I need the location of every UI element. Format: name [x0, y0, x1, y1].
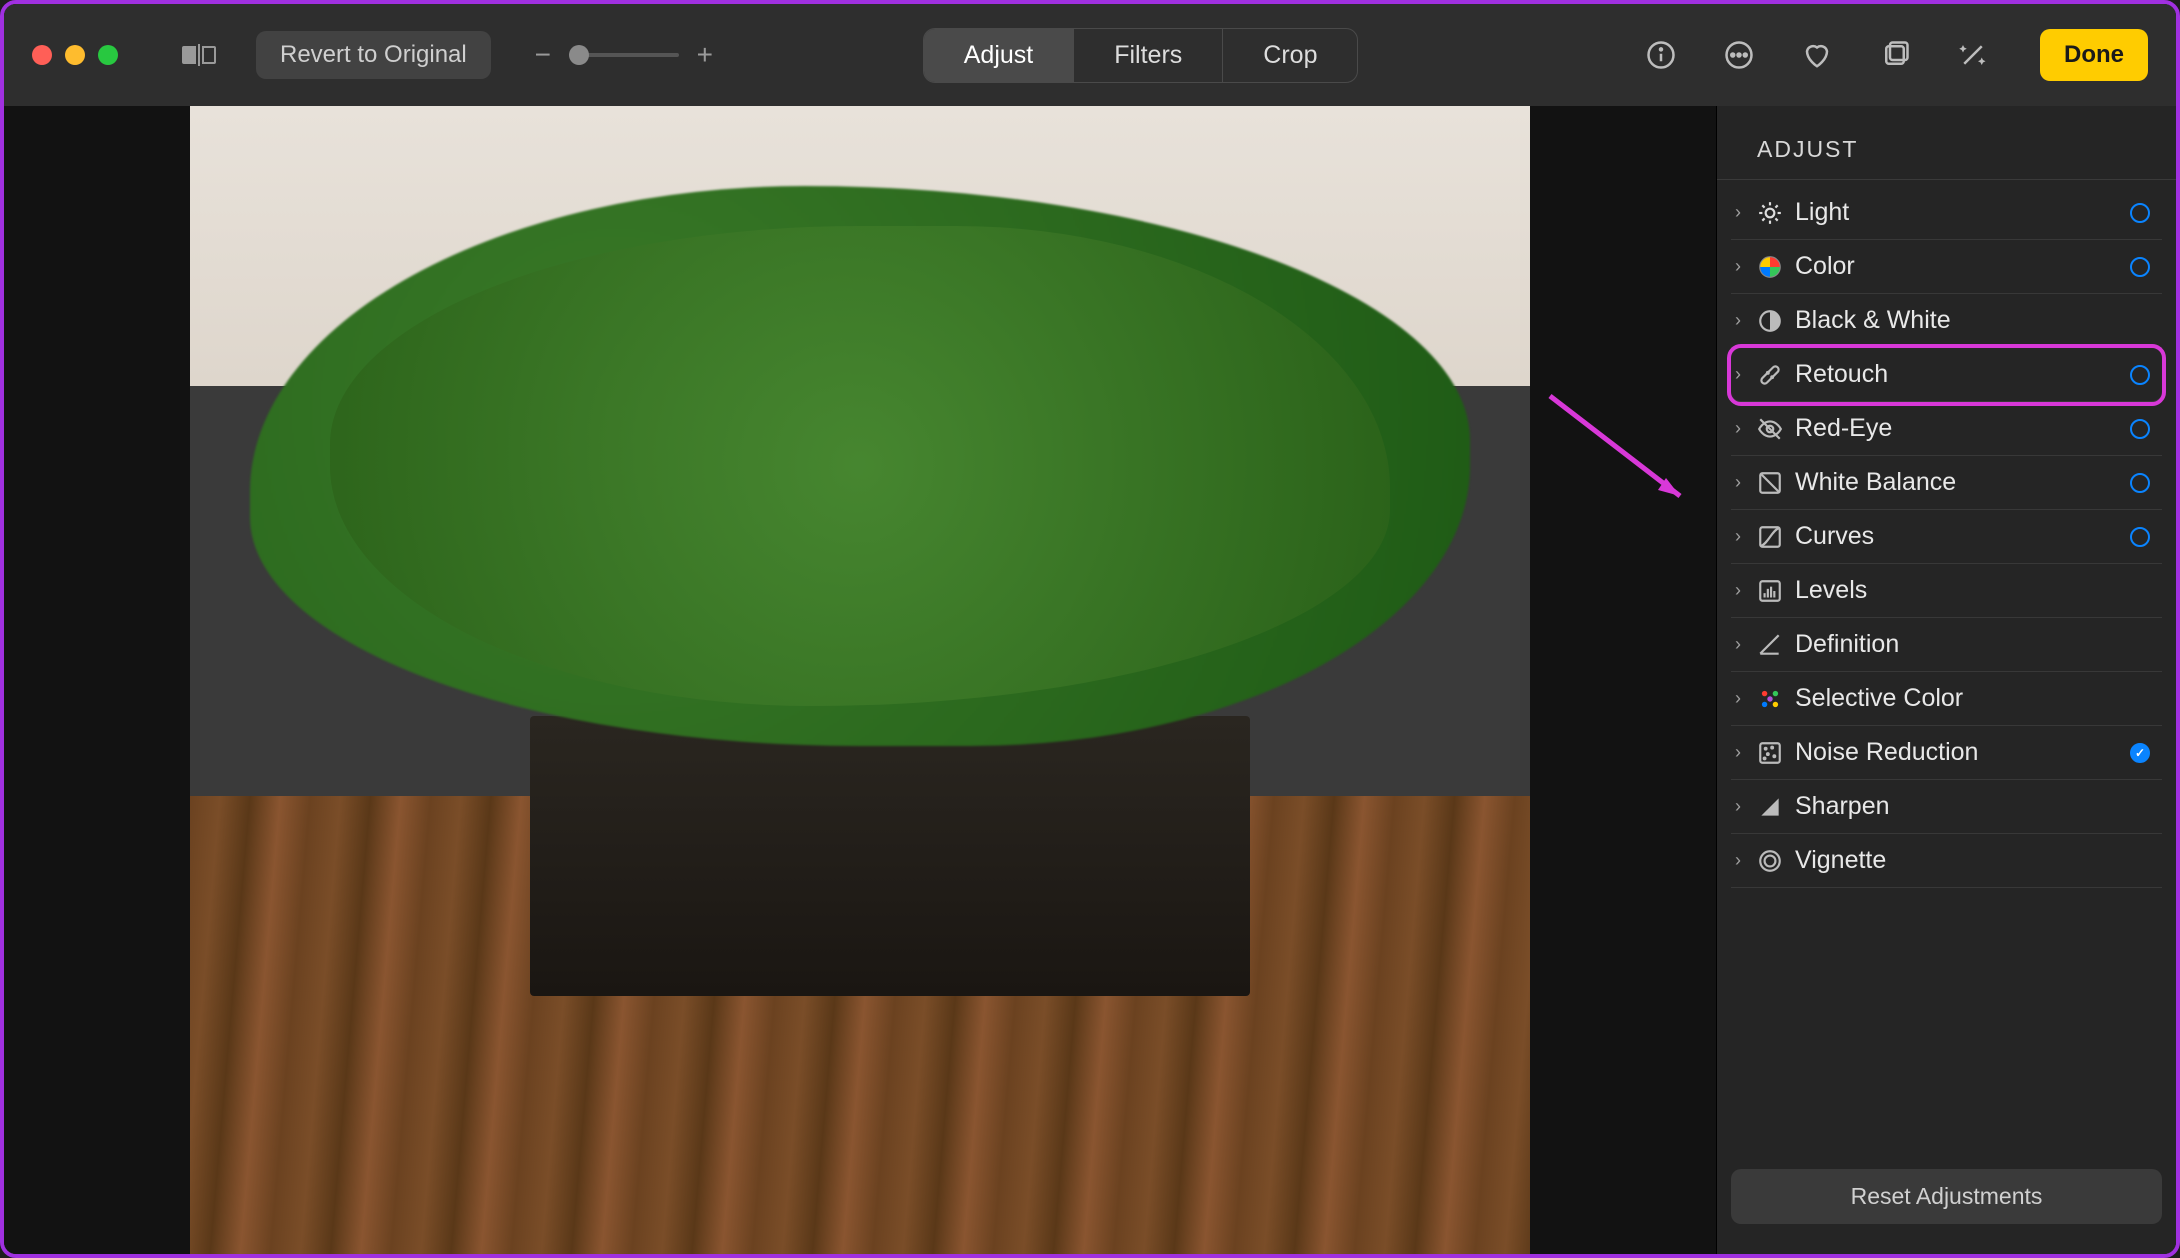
adj-toggle-ring[interactable]: [2130, 527, 2150, 547]
adjustments-list: › Light › Color › Black & White: [1717, 186, 2176, 1169]
content-area: ADJUST › Light › Color › Black: [4, 106, 2176, 1254]
zoom-slider[interactable]: [569, 53, 679, 57]
zoom-in-button[interactable]: +: [693, 39, 717, 71]
adj-toggle-ring[interactable]: [2130, 257, 2150, 277]
adj-item-black-white[interactable]: › Black & White: [1731, 294, 2162, 348]
annotation-arrow: [1540, 386, 1700, 526]
wb-icon: [1757, 470, 1783, 496]
reset-adjustments-button[interactable]: Reset Adjustments: [1731, 1169, 2162, 1224]
rotate-icon[interactable]: [1880, 40, 1910, 70]
adj-item-color[interactable]: › Color: [1731, 240, 2162, 294]
zoom-out-button[interactable]: −: [531, 39, 555, 71]
adj-label: Levels: [1795, 576, 2158, 605]
adj-label: Selective Color: [1795, 684, 2158, 713]
adj-label: Definition: [1795, 630, 2158, 659]
sharpen-icon: [1757, 794, 1783, 820]
photos-edit-window: Revert to Original − + Adjust Filters Cr…: [4, 4, 2176, 1254]
chevron-right-icon: ›: [1735, 526, 1755, 547]
adj-item-curves[interactable]: › Curves: [1731, 510, 2162, 564]
definition-icon: [1757, 632, 1783, 658]
chevron-right-icon: ›: [1735, 688, 1755, 709]
minimize-window-button[interactable]: [65, 45, 85, 65]
tab-crop[interactable]: Crop: [1223, 29, 1357, 82]
adj-label: Black & White: [1795, 306, 2158, 335]
adj-label: Curves: [1795, 522, 2130, 551]
edit-mode-tabs: Adjust Filters Crop: [923, 28, 1359, 83]
adj-item-selective-color[interactable]: › Selective Color: [1731, 672, 2162, 726]
adj-toggle-ring[interactable]: [2130, 473, 2150, 493]
edited-photo: [190, 106, 1530, 1254]
adj-toggle-ring[interactable]: [2130, 419, 2150, 439]
adj-item-vignette[interactable]: › Vignette: [1731, 834, 2162, 888]
eye-off-icon: [1757, 416, 1783, 442]
bandage-icon: [1757, 362, 1783, 388]
chevron-right-icon: ›: [1735, 850, 1755, 871]
chevron-right-icon: ›: [1735, 472, 1755, 493]
sidebar-toggle-icon[interactable]: [182, 44, 216, 66]
adj-item-light[interactable]: › Light: [1731, 186, 2162, 240]
adj-toggle-ring[interactable]: [2130, 365, 2150, 385]
tab-adjust[interactable]: Adjust: [924, 29, 1074, 82]
levels-icon: [1757, 578, 1783, 604]
auto-enhance-wand-icon[interactable]: [1958, 40, 1988, 70]
tab-filters[interactable]: Filters: [1074, 29, 1223, 82]
noise-icon: [1757, 740, 1783, 766]
adj-toggle-ring[interactable]: [2130, 203, 2150, 223]
vignette-icon: [1757, 848, 1783, 874]
more-options-icon[interactable]: [1724, 40, 1754, 70]
zoom-slider-thumb[interactable]: [569, 45, 589, 65]
favorite-heart-icon[interactable]: [1802, 40, 1832, 70]
chevron-right-icon: ›: [1735, 256, 1755, 277]
toolbar: Revert to Original − + Adjust Filters Cr…: [4, 4, 2176, 106]
fullscreen-window-button[interactable]: [98, 45, 118, 65]
chevron-right-icon: ›: [1735, 742, 1755, 763]
adj-item-white-balance[interactable]: › White Balance: [1731, 456, 2162, 510]
adj-item-retouch[interactable]: › Retouch: [1731, 348, 2162, 402]
sidebar-header: ADJUST: [1717, 126, 2176, 180]
chevron-right-icon: ›: [1735, 634, 1755, 655]
chevron-right-icon: ›: [1735, 364, 1755, 385]
selective-color-icon: [1757, 686, 1783, 712]
info-icon[interactable]: [1646, 40, 1676, 70]
adj-label: Vignette: [1795, 846, 2158, 875]
adj-label: Sharpen: [1795, 792, 2158, 821]
chevron-right-icon: ›: [1735, 580, 1755, 601]
adj-toggle-ring-active[interactable]: [2130, 743, 2150, 763]
adj-label: Red-Eye: [1795, 414, 2130, 443]
color-wheel-icon: [1757, 254, 1783, 280]
adj-item-red-eye[interactable]: › Red-Eye: [1731, 402, 2162, 456]
zoom-slider-group: − +: [531, 39, 717, 71]
chevron-right-icon: ›: [1735, 418, 1755, 439]
done-button[interactable]: Done: [2040, 29, 2148, 81]
close-window-button[interactable]: [32, 45, 52, 65]
adj-label: Light: [1795, 198, 2130, 227]
chevron-right-icon: ›: [1735, 310, 1755, 331]
chevron-right-icon: ›: [1735, 202, 1755, 223]
adj-label: White Balance: [1795, 468, 2130, 497]
adj-item-definition[interactable]: › Definition: [1731, 618, 2162, 672]
curves-icon: [1757, 524, 1783, 550]
adj-label: Color: [1795, 252, 2130, 281]
adj-item-noise-reduction[interactable]: › Noise Reduction: [1731, 726, 2162, 780]
adjust-sidebar: ADJUST › Light › Color › Black: [1716, 106, 2176, 1254]
adj-item-sharpen[interactable]: › Sharpen: [1731, 780, 2162, 834]
adj-label: Retouch: [1795, 360, 2130, 389]
revert-to-original-button[interactable]: Revert to Original: [256, 31, 491, 79]
chevron-right-icon: ›: [1735, 796, 1755, 817]
half-circle-icon: [1757, 308, 1783, 334]
sun-icon: [1757, 200, 1783, 226]
window-controls: [32, 45, 118, 65]
photo-canvas[interactable]: [4, 106, 1716, 1254]
adj-item-levels[interactable]: › Levels: [1731, 564, 2162, 618]
adj-label: Noise Reduction: [1795, 738, 2130, 767]
